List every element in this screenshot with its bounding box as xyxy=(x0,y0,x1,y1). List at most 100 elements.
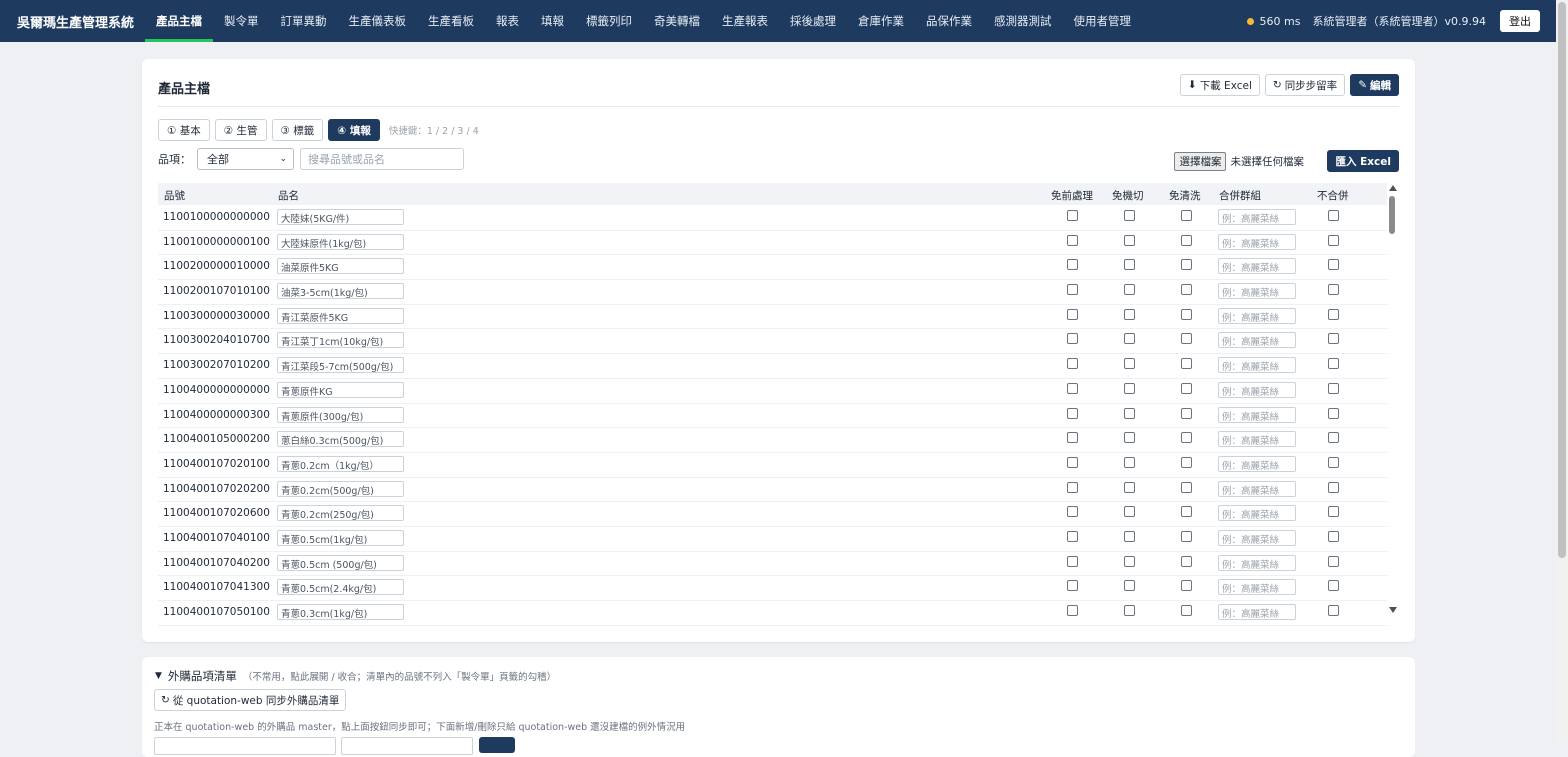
nav-item-10[interactable]: 採後處理 xyxy=(779,0,847,42)
import-excel-button[interactable]: 匯入 Excel xyxy=(1327,150,1399,172)
product-name-input[interactable]: 大陸妹(5KG/件) xyxy=(277,209,404,225)
no-preprocess-checkbox[interactable] xyxy=(1067,506,1078,517)
product-name-input[interactable]: 蔥白絲0.3cm(500g/包) xyxy=(277,431,404,447)
nav-item-2[interactable]: 訂單異動 xyxy=(270,0,338,42)
no-preprocess-checkbox[interactable] xyxy=(1067,358,1078,369)
no-merge-checkbox[interactable] xyxy=(1328,457,1339,468)
no-cut-checkbox[interactable] xyxy=(1124,383,1135,394)
external-code-input[interactable] xyxy=(154,737,336,755)
step-tab-2[interactable]: ② 生管 xyxy=(215,119,267,141)
merge-group-input[interactable]: 例：高麗菜絲 xyxy=(1218,407,1296,423)
no-preprocess-checkbox[interactable] xyxy=(1067,432,1078,443)
no-wash-checkbox[interactable] xyxy=(1181,605,1192,616)
no-merge-checkbox[interactable] xyxy=(1328,531,1339,542)
no-merge-checkbox[interactable] xyxy=(1328,408,1339,419)
no-cut-checkbox[interactable] xyxy=(1124,432,1135,443)
merge-group-input[interactable]: 例：高麗菜絲 xyxy=(1218,555,1296,571)
no-cut-checkbox[interactable] xyxy=(1124,259,1135,270)
no-wash-checkbox[interactable] xyxy=(1181,580,1192,591)
external-items-header[interactable]: ▼ 外購品項清單 （不常用，點此展開 / 收合；清單內的品號不列入「製令單」頁籤… xyxy=(155,668,556,684)
product-name-input[interactable]: 青蔥0.5cm(2.4kg/包) xyxy=(277,579,404,595)
no-wash-checkbox[interactable] xyxy=(1181,432,1192,443)
no-preprocess-checkbox[interactable] xyxy=(1067,605,1078,616)
no-preprocess-checkbox[interactable] xyxy=(1067,457,1078,468)
merge-group-input[interactable]: 例：高麗菜絲 xyxy=(1218,209,1296,225)
no-cut-checkbox[interactable] xyxy=(1124,358,1135,369)
no-wash-checkbox[interactable] xyxy=(1181,309,1192,320)
no-merge-checkbox[interactable] xyxy=(1328,284,1339,295)
merge-group-input[interactable]: 例：高麗菜絲 xyxy=(1218,604,1296,620)
no-merge-checkbox[interactable] xyxy=(1328,580,1339,591)
no-preprocess-checkbox[interactable] xyxy=(1067,210,1078,221)
no-preprocess-checkbox[interactable] xyxy=(1067,333,1078,344)
table-scrollbar[interactable] xyxy=(1387,183,1398,629)
logout-button[interactable]: 登出 xyxy=(1500,10,1540,32)
no-merge-checkbox[interactable] xyxy=(1328,605,1339,616)
no-merge-checkbox[interactable] xyxy=(1328,309,1339,320)
product-name-input[interactable]: 青蔥0.5cm (500g/包) xyxy=(277,555,404,571)
no-preprocess-checkbox[interactable] xyxy=(1067,531,1078,542)
merge-group-input[interactable]: 例：高麗菜絲 xyxy=(1218,579,1296,595)
no-preprocess-checkbox[interactable] xyxy=(1067,408,1078,419)
page-scrollbar-thumb[interactable] xyxy=(1558,2,1566,558)
step-tab-4[interactable]: ④ 填報 xyxy=(328,119,380,141)
no-wash-checkbox[interactable] xyxy=(1181,556,1192,567)
product-name-input[interactable]: 大陸妹原件(1kg/包) xyxy=(277,234,404,250)
product-name-input[interactable]: 油菜原件5KG xyxy=(277,258,404,274)
product-name-input[interactable]: 青江菜原件5KG xyxy=(277,308,404,324)
no-wash-checkbox[interactable] xyxy=(1181,506,1192,517)
no-wash-checkbox[interactable] xyxy=(1181,408,1192,419)
no-merge-checkbox[interactable] xyxy=(1328,235,1339,246)
nav-item-6[interactable]: 填報 xyxy=(530,0,575,42)
no-merge-checkbox[interactable] xyxy=(1328,259,1339,270)
external-name-input[interactable] xyxy=(341,737,473,755)
merge-group-input[interactable]: 例：高麗菜絲 xyxy=(1218,431,1296,447)
no-cut-checkbox[interactable] xyxy=(1124,457,1135,468)
add-external-button[interactable] xyxy=(479,737,515,753)
no-wash-checkbox[interactable] xyxy=(1181,482,1192,493)
no-merge-checkbox[interactable] xyxy=(1328,506,1339,517)
merge-group-input[interactable]: 例：高麗菜絲 xyxy=(1218,505,1296,521)
product-name-input[interactable]: 青江菜丁1cm(10kg/包) xyxy=(277,332,404,348)
no-preprocess-checkbox[interactable] xyxy=(1067,556,1078,567)
no-wash-checkbox[interactable] xyxy=(1181,531,1192,542)
no-cut-checkbox[interactable] xyxy=(1124,580,1135,591)
product-name-input[interactable]: 青蔥0.2cm(500g/包) xyxy=(277,481,404,497)
merge-group-input[interactable]: 例：高麗菜絲 xyxy=(1218,283,1296,299)
merge-group-input[interactable]: 例：高麗菜絲 xyxy=(1218,332,1296,348)
no-wash-checkbox[interactable] xyxy=(1181,383,1192,394)
category-select[interactable]: 全部 ⌄ xyxy=(197,148,294,170)
no-preprocess-checkbox[interactable] xyxy=(1067,284,1078,295)
nav-item-1[interactable]: 製令單 xyxy=(213,0,270,42)
merge-group-input[interactable]: 例：高麗菜絲 xyxy=(1218,357,1296,373)
no-preprocess-checkbox[interactable] xyxy=(1067,580,1078,591)
step-tab-3[interactable]: ③ 標籤 xyxy=(272,119,324,141)
scroll-down-icon[interactable] xyxy=(1389,607,1397,613)
product-name-input[interactable]: 油菜3-5cm(1kg/包) xyxy=(277,283,404,299)
no-wash-checkbox[interactable] xyxy=(1181,284,1192,295)
table-scrollbar-thumb[interactable] xyxy=(1389,196,1395,234)
no-cut-checkbox[interactable] xyxy=(1124,556,1135,567)
no-cut-checkbox[interactable] xyxy=(1124,531,1135,542)
nav-item-13[interactable]: 感測器測試 xyxy=(983,0,1063,42)
nav-item-11[interactable]: 倉庫作業 xyxy=(847,0,915,42)
product-name-input[interactable]: 青蔥0.2cm（1kg/包） xyxy=(277,456,404,472)
no-merge-checkbox[interactable] xyxy=(1328,383,1339,394)
nav-item-7[interactable]: 標籤列印 xyxy=(575,0,643,42)
nav-item-8[interactable]: 奇美轉檔 xyxy=(643,0,711,42)
no-preprocess-checkbox[interactable] xyxy=(1067,383,1078,394)
nav-item-0[interactable]: 產品主檔 xyxy=(145,0,213,42)
no-cut-checkbox[interactable] xyxy=(1124,408,1135,419)
product-name-input[interactable]: 青蔥0.5cm(1kg/包) xyxy=(277,530,404,546)
no-merge-checkbox[interactable] xyxy=(1328,432,1339,443)
merge-group-input[interactable]: 例：高麗菜絲 xyxy=(1218,481,1296,497)
merge-group-input[interactable]: 例：高麗菜絲 xyxy=(1218,308,1296,324)
product-name-input[interactable]: 青蔥0.3cm(1kg/包) xyxy=(277,604,404,620)
no-cut-checkbox[interactable] xyxy=(1124,309,1135,320)
sync-yield-button[interactable]: ↻ 同步步留率 xyxy=(1265,74,1345,96)
no-cut-checkbox[interactable] xyxy=(1124,506,1135,517)
merge-group-input[interactable]: 例：高麗菜絲 xyxy=(1218,258,1296,274)
no-cut-checkbox[interactable] xyxy=(1124,482,1135,493)
merge-group-input[interactable]: 例：高麗菜絲 xyxy=(1218,234,1296,250)
no-cut-checkbox[interactable] xyxy=(1124,333,1135,344)
